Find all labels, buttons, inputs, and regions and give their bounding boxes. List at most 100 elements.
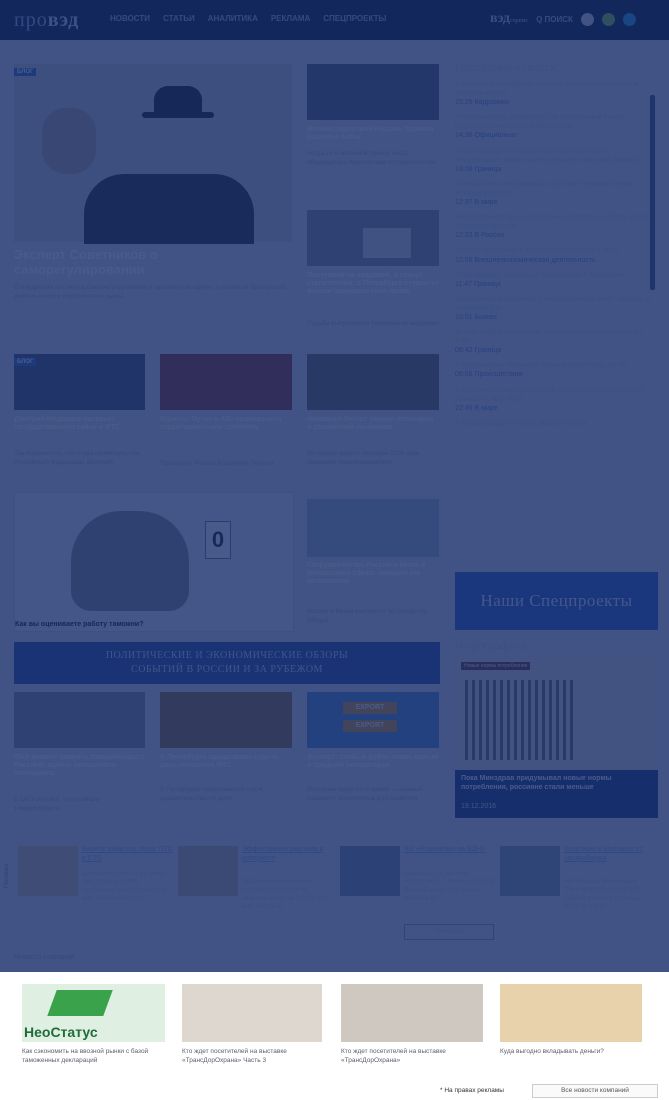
special-projects-banner[interactable]: Наши Спецпроекты: [455, 572, 658, 630]
nav-special-projects[interactable]: СПЕЦПРОЕКТЫ: [323, 14, 386, 23]
ad-loan[interactable]: Берите займ под залог ПТС в CTS Деньги в…: [18, 846, 176, 956]
company-caption-3[interactable]: Кто ждет посетителей на выставке «ТрансД…: [341, 1048, 481, 1066]
latest-news-item[interactable]: В Дагестане сотрудники Счетной палаты по…: [455, 80, 658, 107]
main-nav: НОВОСТИ СТАТЬИ АНАЛИТИКА РЕКЛАМА СПЕЦПРО…: [110, 14, 386, 23]
latest-news-item[interactable]: В Верховной Раде предложили перемещения …: [455, 386, 658, 413]
latest-news-item[interactable]: Зарубежные иностранцы в малом бизнесе ин…: [455, 295, 658, 322]
infographic-image[interactable]: Новые нормы потребления Пока Минздрав пр…: [455, 658, 658, 818]
putin-abe-image[interactable]: [307, 64, 439, 120]
students-news-desc: Судьба выпускников таможенной академии: [307, 320, 439, 327]
ad-romantik[interactable]: ЖК «Романтик» на ВДНХ Квартиры с отделко…: [340, 846, 498, 956]
ad-internet-image: [178, 846, 238, 896]
latest-news-item[interactable]: В Москву введены новые правила ввоза: [455, 419, 658, 428]
latest-news-item[interactable]: Власти Забайкалья проект усилить контрол…: [455, 328, 658, 355]
export-image[interactable]: EXPORT EXPORT: [307, 692, 439, 748]
latest-news-item-meta: 11:47 Граница: [455, 280, 501, 288]
latest-news-item[interactable]: Недостаточное финансирование экспорта по…: [455, 213, 658, 240]
company-image-4[interactable]: [500, 984, 642, 1042]
kurils-image[interactable]: [160, 354, 292, 410]
ad-shushary-link[interactable]: Квартиры в Шушарах от застройщика: [564, 846, 658, 864]
company-image-2[interactable]: [182, 984, 322, 1042]
top-navigation-bar: провэд НОВОСТИ СТАТЬИ АНАЛИТИКА РЕКЛАМА …: [0, 0, 669, 40]
latest-news-item[interactable]: Тарифы ввоза пластиковых отпустил Полярн…: [455, 180, 658, 207]
lead-title[interactable]: Эксперт Советников о саморегулировании: [14, 247, 292, 278]
coins-image[interactable]: [307, 354, 439, 410]
china-title[interactable]: Сотрудничество России и Китая в финансов…: [307, 562, 439, 586]
company-image-1[interactable]: НеоСтатус: [22, 984, 165, 1042]
uae-title[interactable]: ОАЭ желают удвоить товарооборот с Россие…: [14, 754, 145, 778]
latest-news-item-meta: 14:38 Официально: [455, 132, 517, 140]
ad-loan-image: [18, 846, 78, 896]
ved-service-logo[interactable]: вэдсервис: [490, 11, 528, 27]
latest-news-item-title[interactable]: Новые пределы в пограничных пунктах помо…: [455, 147, 658, 165]
latest-news-item-title[interactable]: В Москву введены новые правила ввоза: [455, 419, 658, 428]
latest-news-item-title[interactable]: В Верховной Раде предложили перемещения …: [455, 386, 658, 404]
android-icon[interactable]: [601, 12, 615, 26]
latest-news-item[interactable]: Новые пределы в пограничных пунктах помо…: [455, 147, 658, 174]
export-title[interactable]: Экспорт: слабый рубль помог малым и сред…: [307, 754, 439, 770]
company-caption-1[interactable]: Как сэкономить на ввозной рынки с базой …: [22, 1048, 162, 1066]
banner-line-1: ПОЛИТИЧЕСКИЕ И ЭКОНОМИЧЕСКИЕ ОБЗОРЫ: [105, 650, 349, 661]
kurils-title[interactable]: Курилы: Путин и Абэ разморозили территор…: [160, 416, 292, 432]
japan-news-title[interactable]: Япония подкупила Россию, тормозя развити…: [307, 126, 439, 142]
latest-news-item-title[interactable]: Тарифы ввоза пластиковых отпустил Полярн…: [455, 180, 658, 198]
search-button[interactable]: Q ПОИСК: [536, 15, 573, 24]
infographic-caption: Пока Минздрав придумывал новые нормы пот…: [461, 775, 612, 792]
students-image[interactable]: [307, 210, 439, 266]
generals-title[interactable]: В Петербурге продолжают судить двух гене…: [160, 754, 292, 770]
nav-articles[interactable]: СТАТЬИ: [163, 14, 195, 23]
customs-poll[interactable]: 0 Как вы оцениваете работу таможни?: [14, 492, 294, 632]
latest-news-item-meta: 12:37 В мире: [455, 199, 498, 207]
blog-tag: БЛОГ: [14, 68, 37, 76]
company-caption-2[interactable]: Кто ждет посетителей на выставке «ТрансД…: [182, 1048, 322, 1066]
china-desc: Россия и Китай находятся по соседству. О…: [307, 608, 428, 624]
latest-news-item-title[interactable]: Недостаточное финансирование экспорта по…: [455, 213, 658, 231]
latest-news-scrollbar[interactable]: [650, 95, 655, 290]
latest-news-item-title[interactable]: Россию предложил в контрольном воздухе в…: [455, 246, 658, 255]
company-image-3[interactable]: [341, 984, 483, 1042]
ad-romantik-image: [340, 846, 400, 896]
ad-loan-link[interactable]: Берите займ под залог ПТС в CTS: [82, 846, 176, 864]
latest-news-item-title[interactable]: Лесная нанесут штрафовать за нелегальный…: [455, 113, 658, 131]
page: провэд НОВОСТИ СТАТЬИ АНАЛИТИКА РЕКЛАМА …: [0, 0, 669, 1100]
kurils-desc: Президент России Владимир Путин и: [160, 460, 274, 467]
latest-news-item[interactable]: Россию предложил в контрольном воздухе в…: [455, 246, 658, 264]
company-caption-4[interactable]: Куда выгодно вкладывать деньги?: [500, 1048, 640, 1057]
latest-news-item-meta: 12:06 Внешнеэкономическая деятельность: [455, 256, 596, 264]
latest-news-item[interactable]: Лесная нанесут штрафовать за нелегальный…: [455, 113, 658, 140]
german-business-title[interactable]: Немецкий бизнес увидел потенциал в росси…: [307, 416, 439, 432]
nav-news[interactable]: НОВОСТИ: [110, 14, 150, 23]
apple-icon[interactable]: [580, 12, 594, 26]
latest-news-item-title[interactable]: В Монголиском огромное тельные шлагбаумы…: [455, 361, 658, 370]
ad-promo-button[interactable]: Прокачать: [404, 924, 494, 940]
uae-image[interactable]: [14, 692, 145, 748]
ad-romantik-link[interactable]: ЖК «Романтик» на ВДНХ: [404, 846, 486, 855]
latest-news-item[interactable]: Фуры не могут въехать на Белоруссию в Ас…: [455, 271, 658, 289]
advert-vertical-label: Реклама: [4, 863, 10, 888]
analytics-banner[interactable]: ПОЛИТИЧЕСКИЕ И ЭКОНОМИЧЕСКИЕ ОБЗОРЫ СОБЫ…: [14, 642, 440, 684]
lead-image[interactable]: БЛОГ: [14, 64, 292, 244]
latest-news-item-meta: 09:58 Происшествия: [455, 371, 523, 379]
nav-advertising[interactable]: РЕКЛАМА: [271, 14, 310, 23]
latest-news-item-title[interactable]: В Дагестане сотрудники Счетной палаты по…: [455, 80, 658, 98]
students-news-title[interactable]: Поступили на кадровой, а станут строител…: [307, 272, 439, 296]
windows-icon[interactable]: [622, 12, 636, 26]
ad-shushary[interactable]: Квартиры в Шушарах от застройщика ЖК Ква…: [500, 846, 658, 956]
ad-internet-link[interactable]: Эффективная реклама в интернете: [242, 846, 336, 864]
medvedev-image[interactable]: БЛОГ: [14, 354, 145, 410]
green-arrow-shape: [47, 990, 113, 1016]
nav-analytics[interactable]: АНАЛИТИКА: [208, 14, 258, 23]
latest-news-item[interactable]: В Монголиском огромное тельные шлагбаумы…: [455, 361, 658, 379]
infographic-date: 19.12.2016: [461, 803, 497, 810]
latest-news-item-title[interactable]: Фуры не могут въехать на Белоруссию в Ас…: [455, 271, 658, 280]
ad-internet[interactable]: Эффективная реклама в интернете Эффектив…: [178, 846, 336, 956]
china-building-image[interactable]: [307, 499, 439, 557]
generals-desc: В Петербурге продолжается суд и доказате…: [160, 786, 263, 802]
medvedev-title[interactable]: Дмитрий Медведев раскрыл государственную…: [14, 416, 145, 432]
generals-image[interactable]: [160, 692, 292, 748]
latest-news-item-title[interactable]: Зарубежные иностранцы в малом бизнесе ин…: [455, 295, 658, 313]
latest-news-item-title[interactable]: Власти Забайкалья проект усилить контрол…: [455, 328, 658, 346]
export-sign-1: EXPORT: [343, 702, 397, 714]
site-logo[interactable]: провэд: [14, 9, 79, 32]
all-company-news-button[interactable]: Все новости компаний: [532, 1084, 658, 1098]
